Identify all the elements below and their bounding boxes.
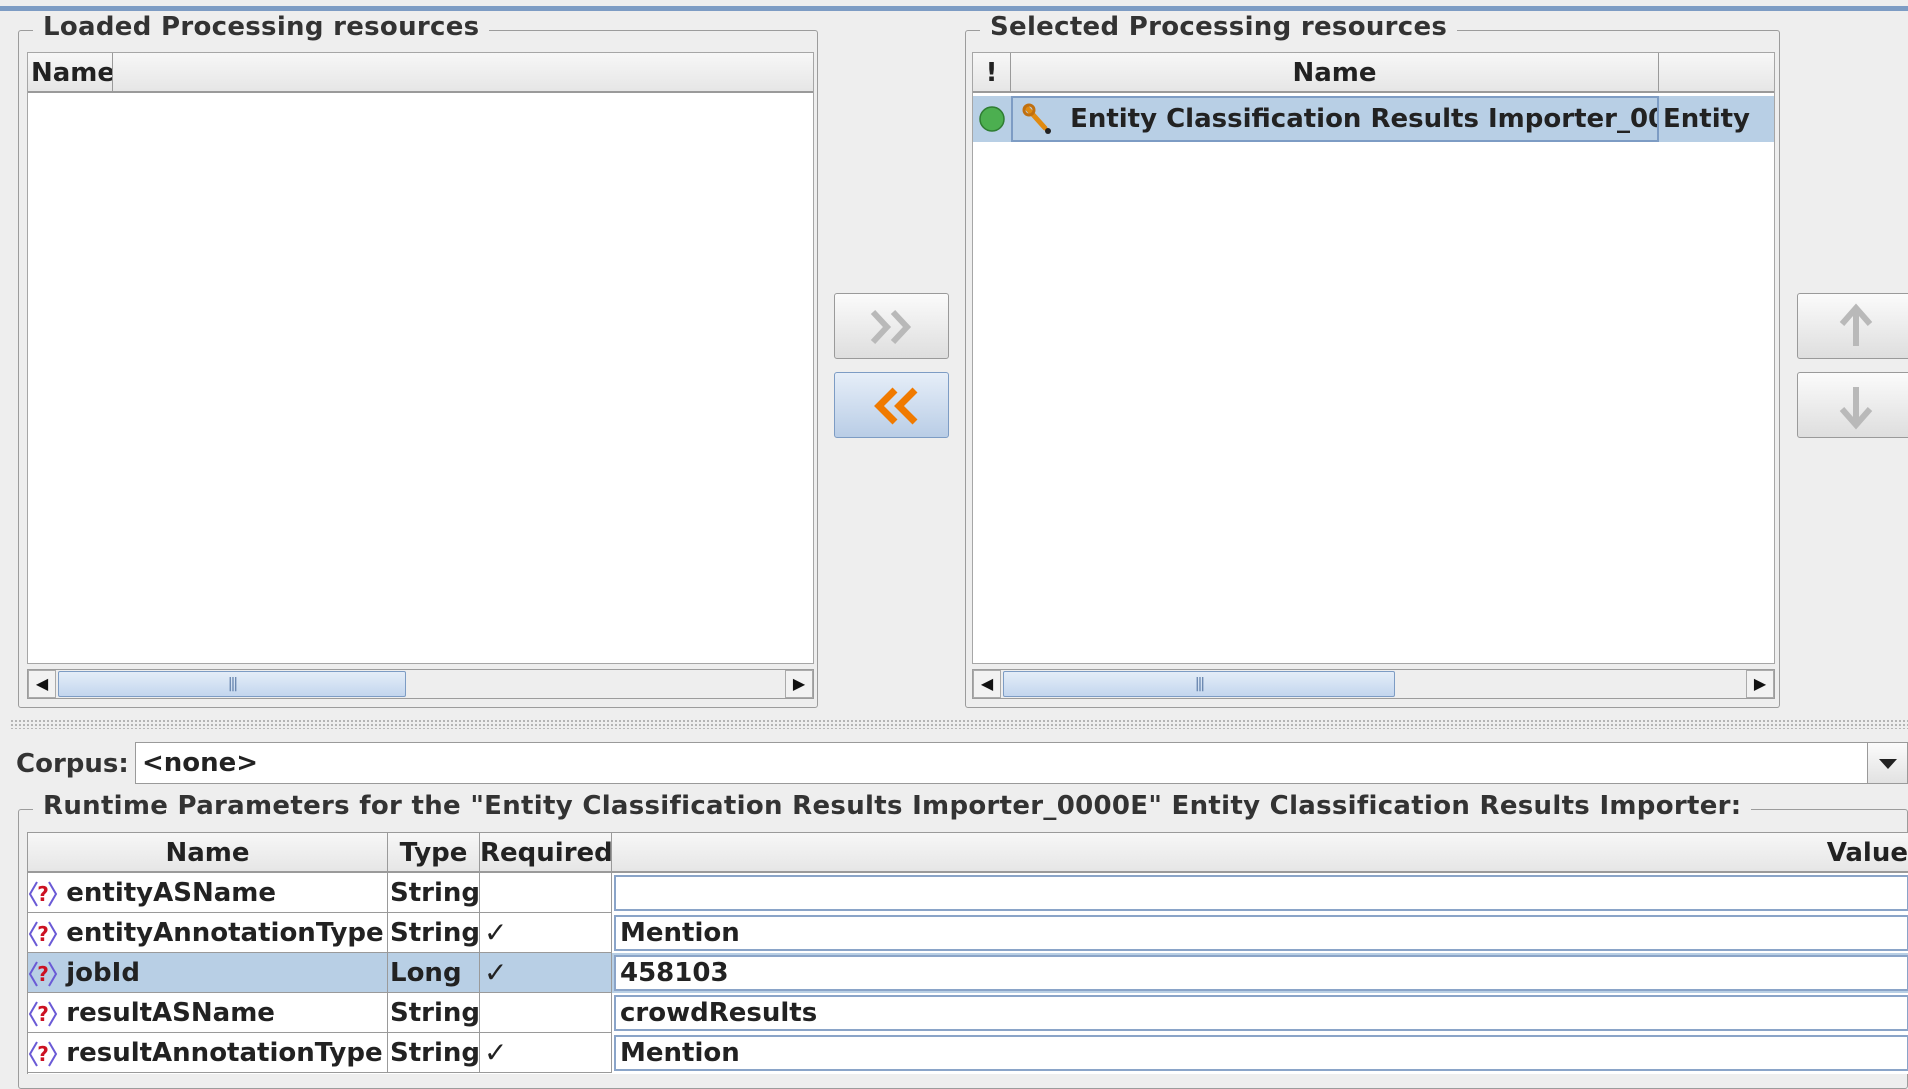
param-value-field[interactable]: 458103	[614, 955, 1908, 991]
column-header-name[interactable]: Name	[28, 53, 113, 93]
column-header-name[interactable]: Name	[1011, 53, 1659, 93]
split-pane-divider[interactable]	[10, 719, 1908, 729]
param-value-field[interactable]: Mention	[614, 915, 1908, 951]
parameter-help-icon: ?	[28, 1000, 58, 1027]
remove-from-selected-button[interactable]	[834, 372, 949, 438]
param-name: resultASName	[66, 998, 275, 1028]
arrow-down-icon	[1839, 387, 1873, 430]
param-name-cell: ? entityAnnotationType	[28, 913, 388, 953]
scroll-left-arrow-icon[interactable]: ◀	[973, 670, 1001, 698]
runtime-parameters-title: Runtime Parameters for the "Entity Class…	[33, 791, 1752, 821]
column-header-status[interactable]: !	[973, 53, 1011, 93]
chevron-down-icon	[1879, 759, 1897, 769]
param-required-cell: ✓	[480, 913, 612, 953]
svg-text:?: ?	[37, 1002, 49, 1026]
add-to-selected-button[interactable]	[834, 293, 949, 359]
parameter-help-icon: ?	[28, 880, 58, 907]
loaded-resources-table[interactable]: Name	[27, 52, 814, 664]
param-name: jobId	[66, 958, 140, 988]
param-name-cell: ? resultAnnotationType	[28, 1033, 388, 1073]
window-top-border	[0, 6, 1908, 11]
green-dot-icon	[979, 106, 1005, 132]
double-chevron-left-icon	[874, 387, 918, 425]
param-name-cell: ? entityASName	[28, 873, 388, 913]
table-row[interactable]: ? entityAnnotationType String ✓ Mention	[28, 913, 1908, 953]
corpus-selected-value: <none>	[142, 748, 259, 778]
svg-text:?: ?	[37, 962, 49, 986]
column-header-filler	[113, 53, 813, 93]
resource-type-cell: Entity	[1663, 104, 1750, 134]
selected-resources-title: Selected Processing resources	[980, 12, 1458, 42]
table-row[interactable]: Entity Classification Results Importer_0…	[973, 96, 1774, 142]
param-value-field[interactable]: crowdResults	[614, 995, 1908, 1031]
param-required-cell	[480, 873, 612, 913]
table-row[interactable]: ? resultAnnotationType String ✓ Mention	[28, 1033, 1908, 1073]
table-row[interactable]: ? resultASName String crowdResults	[28, 993, 1908, 1033]
loaded-resources-title: Loaded Processing resources	[33, 12, 490, 42]
resource-name: Entity Classification Results Importer_0…	[1070, 104, 1659, 134]
column-header-type[interactable]: Type	[388, 833, 480, 873]
arrow-up-icon	[1839, 303, 1873, 346]
param-type-cell: Long	[388, 953, 480, 993]
scroll-right-arrow-icon[interactable]: ▶	[785, 670, 813, 698]
param-type-cell: String	[388, 913, 480, 953]
param-value-field[interactable]: Mention	[614, 1035, 1908, 1071]
wrench-icon	[1022, 103, 1051, 134]
scroll-right-arrow-icon[interactable]: ▶	[1746, 670, 1774, 698]
selected-horizontal-scrollbar[interactable]: ◀ ||| ▶	[972, 669, 1775, 699]
corpus-label: Corpus:	[16, 749, 129, 779]
runtime-parameters-table[interactable]: Name Type Required Value ? entityASName …	[27, 832, 1908, 1074]
param-name-cell: ? resultASName	[28, 993, 388, 1033]
svg-text:?: ?	[37, 1042, 49, 1066]
svg-text:?: ?	[37, 922, 49, 946]
table-row[interactable]: ? entityASName String	[28, 873, 1908, 913]
param-required-cell: ✓	[480, 953, 612, 993]
resource-name-cell[interactable]: Entity Classification Results Importer_0…	[1011, 96, 1659, 142]
table-row-selected[interactable]: ? jobId Long ✓ 458103	[28, 953, 1908, 993]
loaded-horizontal-scrollbar[interactable]: ◀ ||| ▶	[27, 669, 814, 699]
param-type-cell: String	[388, 873, 480, 913]
move-down-button[interactable]	[1797, 372, 1908, 438]
param-value-field[interactable]	[614, 875, 1908, 911]
svg-text:?: ?	[37, 882, 49, 906]
double-chevron-right-icon	[870, 309, 912, 345]
corpus-dropdown-button[interactable]	[1867, 743, 1907, 783]
column-header-required[interactable]: Required	[480, 833, 612, 873]
scroll-left-arrow-icon[interactable]: ◀	[28, 670, 56, 698]
param-name-cell: ? jobId	[28, 953, 388, 993]
scrollbar-thumb[interactable]: |||	[1003, 671, 1395, 697]
move-up-button[interactable]	[1797, 293, 1908, 359]
column-header-name[interactable]: Name	[28, 833, 388, 873]
selected-resources-table[interactable]: ! Name Entity Classification Results Imp…	[972, 52, 1775, 664]
param-type-cell: String	[388, 1033, 480, 1073]
param-name: entityASName	[66, 878, 277, 908]
scrollbar-thumb[interactable]: |||	[58, 671, 406, 697]
corpus-select[interactable]: <none>	[135, 742, 1908, 784]
parameter-help-icon: ?	[28, 960, 58, 987]
param-name: resultAnnotationType	[66, 1038, 383, 1068]
status-cell	[973, 96, 1011, 142]
param-required-cell	[480, 993, 612, 1033]
parameter-help-icon: ?	[28, 920, 58, 947]
param-name: entityAnnotationType	[66, 918, 384, 948]
column-header-value[interactable]: Value	[612, 833, 1908, 873]
column-header-type[interactable]	[1659, 53, 1774, 93]
parameter-help-icon: ?	[28, 1040, 58, 1067]
param-required-cell: ✓	[480, 1033, 612, 1073]
param-type-cell: String	[388, 993, 480, 1033]
